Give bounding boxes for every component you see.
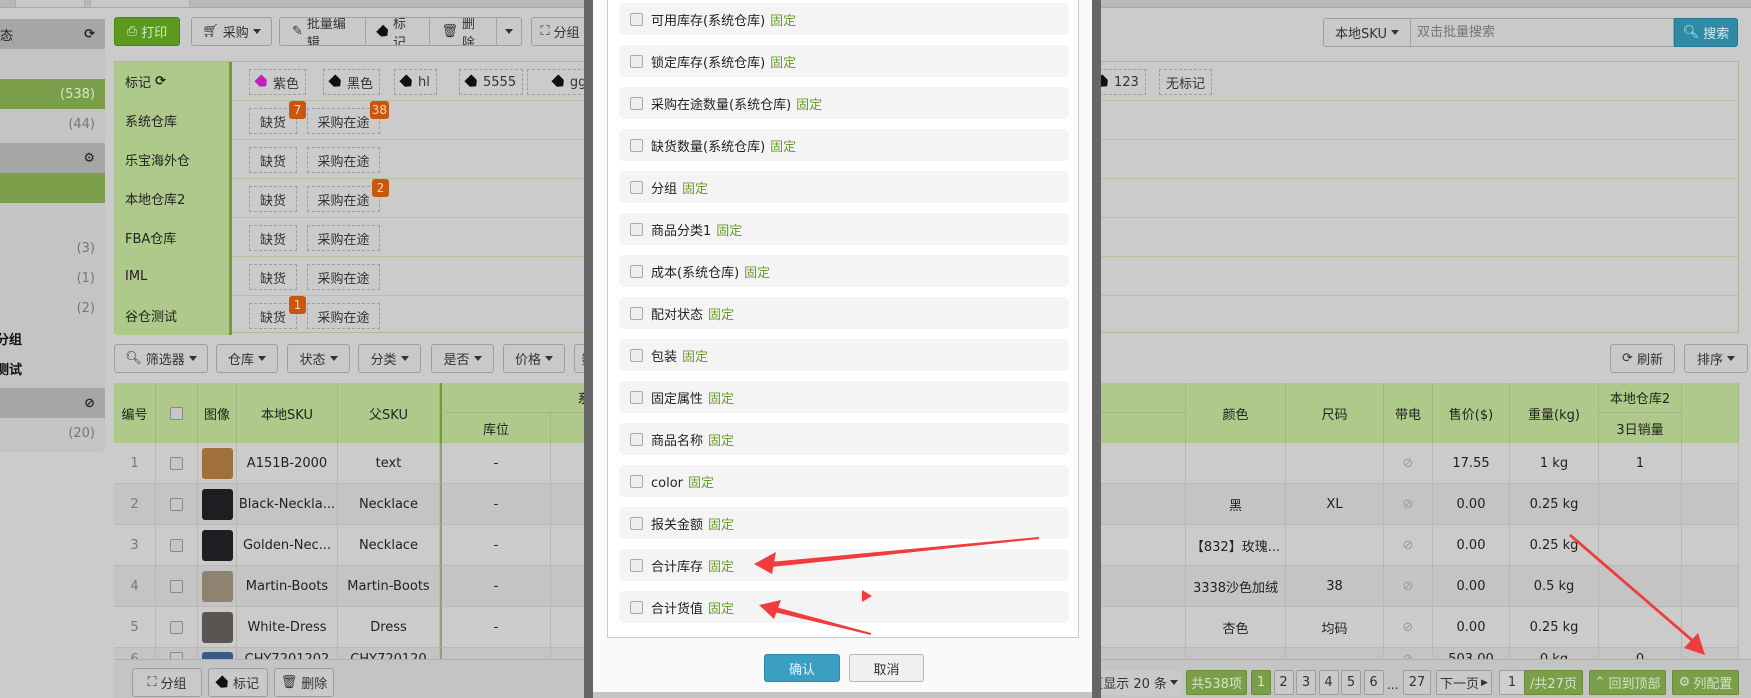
arrow-marker bbox=[862, 590, 872, 602]
arrow-to-column-config bbox=[1569, 534, 1694, 642]
annotation-arrows bbox=[754, 534, 1705, 655]
arrow-head bbox=[754, 552, 776, 574]
arrow-to-total-stock bbox=[770, 537, 1039, 567]
arrow-to-total-value bbox=[770, 606, 871, 635]
